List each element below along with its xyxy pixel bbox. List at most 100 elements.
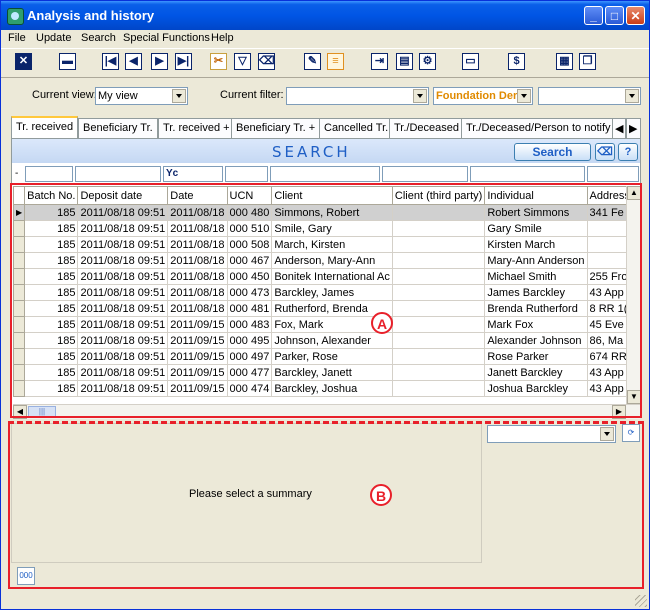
tab-scroll-right-icon[interactable]: ▶	[626, 118, 641, 138]
filter-batch-input[interactable]	[25, 166, 73, 182]
table-row[interactable]: 185 2011/08/18 09:51 2011/08/18 000 510 Smil…	[13, 220, 626, 237]
scroll-left-icon[interactable]: ◀	[13, 405, 27, 419]
filter-client-third-party-input[interactable]	[382, 166, 468, 182]
row-indicator[interactable]	[13, 284, 26, 301]
chevron-down-icon[interactable]	[625, 89, 639, 103]
table-row[interactable]: 185 2011/08/18 09:51 2011/08/18 000 481 Ruth…	[13, 300, 626, 317]
filter-client-input[interactable]	[270, 166, 380, 182]
table-cell: 185	[24, 204, 79, 221]
duplicate-icon[interactable]: ❐	[579, 53, 596, 70]
horizontal-scroll-thumb[interactable]: |||	[28, 406, 56, 418]
table-row[interactable]: 185 2011/08/18 09:51 2011/09/15 000 483 Fox,…	[13, 316, 626, 333]
edit-icon[interactable]: ✎	[304, 53, 321, 70]
menu-search[interactable]: Search	[81, 32, 116, 44]
report-settings-icon[interactable]: ⚙	[419, 53, 436, 70]
menu-special-functions[interactable]: Special Functions	[123, 32, 210, 44]
list-icon[interactable]: ≡	[327, 53, 344, 70]
tools-icon[interactable]: ✂	[210, 53, 227, 70]
scroll-up-icon[interactable]: ▲	[627, 186, 641, 200]
column-header-ucn[interactable]: UCN	[226, 186, 273, 205]
row-indicator[interactable]	[13, 252, 26, 269]
tab-beneficiary-tr[interactable]: Beneficiary Tr.	[78, 118, 158, 138]
chevron-down-icon[interactable]	[517, 89, 531, 103]
table-row[interactable]: 185 2011/08/18 09:51 2011/09/15 000 474 Barc…	[13, 380, 626, 397]
chevron-down-icon[interactable]	[172, 89, 186, 103]
tab-beneficiary-tr-plus[interactable]: Beneficiary Tr. +	[231, 118, 321, 138]
eraser-icon[interactable]: ⌫	[258, 53, 275, 70]
resize-grip-icon[interactable]	[635, 595, 647, 607]
row-indicator[interactable]: ▶	[13, 204, 26, 221]
table-row[interactable]: ▶ 185 2011/08/18 09:51 2011/08/18 000 480 Sim…	[13, 204, 626, 221]
column-header-batch-no[interactable]: Batch No.	[24, 186, 79, 205]
table-row[interactable]: 185 2011/08/18 09:51 2011/09/15 000 497 Park…	[13, 348, 626, 365]
column-header-client[interactable]: Client	[271, 186, 393, 205]
horizontal-scrollbar[interactable]: ◀ ||| ▶	[13, 404, 640, 419]
column-header-client-third-party[interactable]: Client (third party)	[391, 186, 486, 205]
filter-ucn-input[interactable]	[225, 166, 268, 182]
report-icon[interactable]: ▤	[396, 53, 413, 70]
table-row[interactable]: 185 2011/08/18 09:51 2011/09/15 000 495 John…	[13, 332, 626, 349]
column-header-individual[interactable]: Individual	[484, 186, 588, 205]
previous-record-icon[interactable]: ◀	[125, 53, 142, 70]
close-icon[interactable]: ✕	[15, 53, 32, 70]
eraser-icon[interactable]: ⌫	[595, 143, 615, 161]
first-record-icon[interactable]: |◀	[102, 53, 119, 70]
table-row[interactable]: 185 2011/08/18 09:51 2011/08/18 000 508 Marc…	[13, 236, 626, 253]
extra-select[interactable]	[538, 87, 641, 105]
menu-update[interactable]: Update	[36, 32, 71, 44]
row-indicator[interactable]	[13, 236, 26, 253]
chevron-down-icon[interactable]	[413, 89, 427, 103]
column-header-date[interactable]: Date	[167, 186, 228, 205]
menu-file[interactable]: File	[8, 32, 26, 44]
column-header-deposit-date[interactable]: Deposit date	[77, 186, 169, 205]
row-indicator[interactable]	[13, 316, 26, 333]
tab-tr-received-plus[interactable]: Tr. received +	[158, 118, 235, 138]
row-indicator[interactable]	[13, 220, 26, 237]
scroll-down-icon[interactable]: ▼	[627, 390, 641, 404]
column-header-address[interactable]: Address	[586, 186, 626, 205]
table-row[interactable]: 185 2011/08/18 09:51 2011/08/18 000 450 Boni…	[13, 268, 626, 285]
row-indicator[interactable]	[13, 348, 26, 365]
maximize-button[interactable]: □	[605, 6, 624, 25]
summary-code-button[interactable]: 000	[17, 567, 35, 585]
filter-icon[interactable]: ▽	[234, 53, 251, 70]
refresh-icon[interactable]: ⟳	[622, 424, 640, 442]
current-view-select[interactable]: My view	[95, 87, 188, 105]
filter-date-input[interactable]: Yc	[163, 166, 223, 182]
tab-scroll-left-icon[interactable]: ◀	[612, 118, 626, 138]
close-window-button[interactable]: ✕	[626, 6, 645, 25]
tab-cancelled-tr[interactable]: Cancelled Tr.	[319, 118, 394, 138]
current-filter-select[interactable]	[286, 87, 429, 105]
table-row[interactable]: 185 2011/08/18 09:51 2011/08/18 000 473 Barc…	[13, 284, 626, 301]
scroll-right-icon[interactable]: ▶	[612, 405, 626, 419]
filter-address-input[interactable]	[587, 166, 639, 182]
foundation-value: Foundation Der	[436, 90, 518, 102]
row-indicator[interactable]	[13, 300, 26, 317]
search-button[interactable]: Search	[514, 143, 591, 161]
save-icon[interactable]: ▬	[59, 53, 76, 70]
row-indicator[interactable]	[13, 380, 26, 397]
dollar-icon[interactable]: $	[508, 53, 525, 70]
table-row[interactable]: 185 2011/08/18 09:51 2011/08/18 000 467 Ande…	[13, 252, 626, 269]
chevron-down-icon[interactable]	[600, 427, 614, 441]
row-indicator[interactable]	[13, 268, 26, 285]
tab-tr-deceased-person-to-notify[interactable]: Tr./Deceased/Person to notify	[461, 118, 616, 138]
vertical-scrollbar[interactable]: ▲ ▼	[626, 186, 641, 404]
summary-select[interactable]	[487, 425, 616, 443]
minimize-button[interactable]: _	[584, 6, 603, 25]
foundation-select[interactable]: Foundation Der	[433, 87, 533, 105]
filter-deposit-date-input[interactable]	[75, 166, 161, 182]
row-indicator[interactable]	[13, 332, 26, 349]
row-indicator[interactable]	[13, 364, 26, 381]
export-icon[interactable]: ⇥	[371, 53, 388, 70]
filter-individual-input[interactable]	[470, 166, 585, 182]
tab-tr-received[interactable]: Tr. received	[11, 116, 79, 138]
help-button[interactable]: ?	[618, 143, 638, 161]
last-record-icon[interactable]: ▶|	[175, 53, 192, 70]
table-row[interactable]: 185 2011/08/18 09:51 2011/09/15 000 477 Barc…	[13, 364, 626, 381]
next-record-icon[interactable]: ▶	[151, 53, 168, 70]
tab-tr-deceased[interactable]: Tr./Deceased	[389, 118, 465, 138]
menu-help[interactable]: Help	[211, 32, 234, 44]
print-icon[interactable]: ▦	[556, 53, 573, 70]
folder-icon[interactable]: ▭	[462, 53, 479, 70]
